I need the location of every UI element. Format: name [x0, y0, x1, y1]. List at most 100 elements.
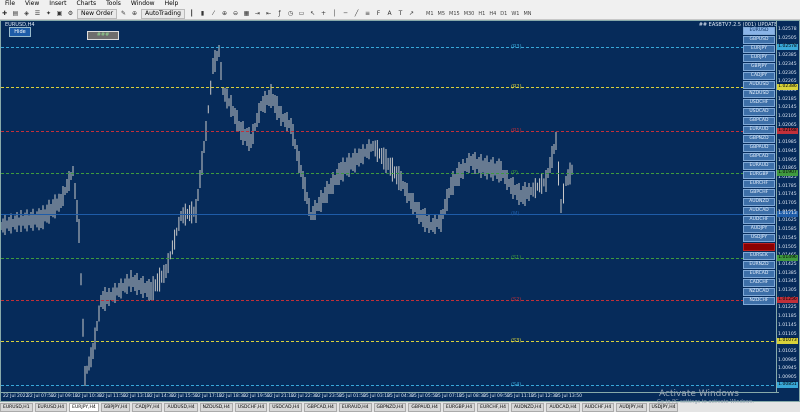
price-level-tag: 1.01713	[777, 211, 798, 217]
crosshair-icon[interactable]: +	[319, 9, 328, 18]
timeframe-m1[interactable]: M1	[424, 11, 436, 17]
timeframe-mn[interactable]: MN	[521, 11, 533, 17]
autoscroll-icon[interactable]: ⇥	[253, 9, 262, 18]
pair-button-audjpy[interactable]: AUDJPY	[743, 225, 775, 233]
pair-button-gbpnzd[interactable]: GBPNZD	[743, 135, 775, 143]
tile-windows-icon[interactable]: ▦	[242, 9, 251, 18]
chart-tab[interactable]: USDCHF,H4	[234, 402, 268, 412]
pair-button-usdjpy[interactable]: USDJPY	[743, 234, 775, 242]
chart-tab[interactable]: AUDCAD,H4	[546, 402, 580, 412]
menu-item-help[interactable]: Help	[160, 0, 184, 8]
timeframe-m30[interactable]: M30	[462, 11, 477, 17]
timeframe-w1[interactable]: W1	[509, 11, 521, 17]
profiles-icon[interactable]: ▤	[11, 9, 20, 18]
pair-button-euraud[interactable]: EURAUD	[743, 126, 775, 134]
terminal-icon[interactable]: ▣	[55, 9, 64, 18]
chart-tab[interactable]: GBPJPY,H4	[100, 402, 131, 412]
pair-button-eurusd[interactable]: EURUSD	[743, 27, 775, 35]
menu-item-insert[interactable]: Insert	[44, 0, 71, 8]
autotrading-button[interactable]: AutoTrading	[141, 8, 185, 19]
timeframe-m15[interactable]: M15	[447, 11, 462, 17]
level-label: (R2)	[511, 84, 522, 90]
templates-icon[interactable]: ▭	[297, 9, 306, 18]
text-icon[interactable]: A	[385, 9, 394, 18]
chart-tab[interactable]: GBPNZD,H4	[373, 402, 407, 412]
pair-button-eurjpy[interactable]: EURJPY	[743, 45, 775, 53]
pair-button-gbpusd[interactable]: GBPUSD	[743, 36, 775, 44]
pair-button-cadjpy[interactable]: CADJPY	[743, 72, 775, 80]
new-order-button[interactable]: New Order	[77, 8, 118, 19]
indicators-icon[interactable]: ƒ	[275, 9, 284, 18]
menu-item-charts[interactable]: Charts	[72, 0, 102, 8]
metaeditor-icon[interactable]: ✎	[119, 9, 128, 18]
chart-tab[interactable]: EURJPY,H4	[69, 402, 99, 412]
pair-button-nzdcad[interactable]: NZDCAD	[743, 288, 775, 296]
vertical-line-icon[interactable]: │	[330, 9, 339, 18]
chart-tab[interactable]: GBPCAD,H4	[304, 402, 337, 412]
pair-button-audusd[interactable]: AUDUSD	[743, 81, 775, 89]
pair-button-eurcad[interactable]: EURCAD	[743, 270, 775, 278]
chart-tab[interactable]: EURUSD,H4	[34, 402, 68, 412]
channel-icon[interactable]: ≡	[363, 9, 372, 18]
horizontal-line-icon[interactable]: ─	[341, 9, 350, 18]
strategy-tester-icon[interactable]: ⚙	[66, 9, 75, 18]
timeframe-h1[interactable]: H1	[476, 11, 487, 17]
pair-button-eurgbp[interactable]: EURGBP	[743, 171, 775, 179]
pair-button-gbpcad[interactable]: GBPCAD	[743, 117, 775, 125]
menu-item-view[interactable]: View	[20, 0, 44, 8]
pair-button-gbpchf[interactable]: GBPCHF	[743, 189, 775, 197]
fibonacci-icon[interactable]: F	[374, 9, 383, 18]
zoom-out-icon[interactable]: ⊖	[231, 9, 240, 18]
chart-tab[interactable]: AUDCHF,H4	[581, 402, 615, 412]
market-watch-icon[interactable]: ◈	[22, 9, 31, 18]
cursor-icon[interactable]: ↖	[308, 9, 317, 18]
chart-window[interactable]: EURUSD,H4 ## EASBTV7.2.5 (001) UPDATE_V1…	[0, 20, 800, 402]
trendline-icon[interactable]: ╱	[352, 9, 361, 18]
pair-button-euraud[interactable]: EURAUD	[743, 162, 775, 170]
chart-tab[interactable]: EURCHF,H4	[477, 402, 509, 412]
periods-icon[interactable]: ◷	[286, 9, 295, 18]
chart-tab[interactable]: EURGBP,H4	[442, 402, 476, 412]
new-chart-icon[interactable]: ✚	[0, 9, 9, 18]
pair-button-audnzd[interactable]: AUDNZD	[743, 198, 775, 206]
pair-button-usdchf[interactable]: USDCHF	[743, 99, 775, 107]
label-icon[interactable]: T	[396, 9, 405, 18]
chart-tab[interactable]: EURAUD,H4	[338, 402, 372, 412]
chart-tab[interactable]: AUDUSD,H4	[164, 402, 198, 412]
candle-chart-icon[interactable]: ▮	[198, 9, 207, 18]
chart-tab[interactable]: GBPAUD,H4	[408, 402, 441, 412]
pair-button-gbpaud[interactable]: GBPAUD	[743, 144, 775, 152]
chart-tab[interactable]: NZDUSD,H4	[199, 402, 233, 412]
menu-item-window[interactable]: Window	[126, 0, 160, 8]
chart-tab[interactable]: AUDJPY,H4	[616, 402, 647, 412]
chart-tab[interactable]: CADJPY,H4	[132, 402, 163, 412]
pair-button-nzdusd[interactable]: NZDUSD	[743, 90, 775, 98]
pair-button-audchf[interactable]: AUDCHF	[743, 216, 775, 224]
signals-icon[interactable]: ⊕	[130, 9, 139, 18]
chart-tab[interactable]: AUDNZD,H4	[511, 402, 545, 412]
pair-button-eursek[interactable]: EURSEK	[743, 252, 775, 260]
pair-button-eurjpy[interactable]: EURJPY	[743, 54, 775, 62]
pair-button-gbpcad[interactable]: GBPCAD	[743, 153, 775, 161]
pair-button-eurchf[interactable]: EURCHF	[743, 180, 775, 188]
arrows-icon[interactable]: ↗	[407, 9, 416, 18]
timeframe-m5[interactable]: M5	[436, 11, 448, 17]
pair-button-usdcad[interactable]: USDCAD	[743, 108, 775, 116]
zoom-in-icon[interactable]: ⊕	[220, 9, 229, 18]
pair-button-audcad[interactable]: AUDCAD	[743, 207, 775, 215]
pair-button-eurnzd[interactable]: EURNZD	[743, 261, 775, 269]
pair-button-cadchf[interactable]: CADCHF	[743, 279, 775, 287]
pair-button-gbpjpy[interactable]: GBPJPY	[743, 63, 775, 71]
menu-item-tools[interactable]: Tools	[101, 0, 126, 8]
bar-chart-icon[interactable]: ┃	[187, 9, 196, 18]
timeframe-d1[interactable]: D1	[498, 11, 509, 17]
menu-item-file[interactable]: File	[0, 0, 20, 8]
navigator-icon[interactable]: ✦	[44, 9, 53, 18]
line-chart-icon[interactable]: ⁄	[209, 9, 218, 18]
chart-tab[interactable]: EURUSD,H1	[0, 402, 33, 412]
data-window-icon[interactable]: ☰	[33, 9, 42, 18]
timeframe-h4[interactable]: H4	[487, 11, 498, 17]
pair-button-nzdchf[interactable]: NZDCHF	[743, 297, 775, 305]
chart-tab[interactable]: USDCAD,H4	[269, 402, 303, 412]
chart-shift-icon[interactable]: ⇤	[264, 9, 273, 18]
